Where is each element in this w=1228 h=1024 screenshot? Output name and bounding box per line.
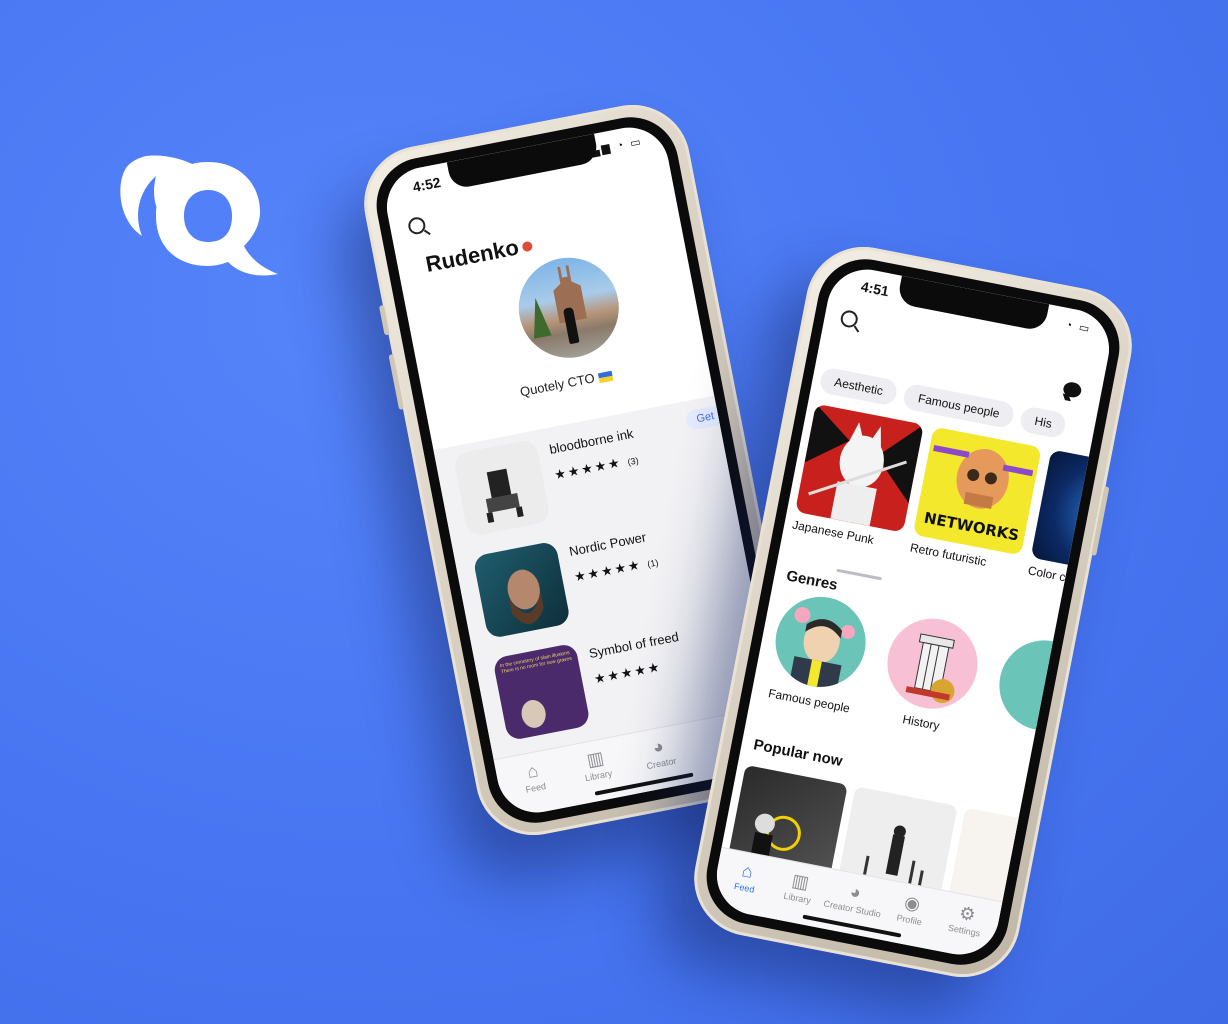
quotely-logo bbox=[120, 155, 278, 276]
item-thumbnail bbox=[472, 540, 571, 640]
palette-icon: ◕ bbox=[650, 735, 666, 758]
profile-name: Rudenko bbox=[424, 232, 535, 278]
book-icon: ▥ bbox=[790, 870, 811, 893]
collection-list: bloodborne ink ★★★★★ (3) Get Nordic Power… bbox=[433, 395, 775, 761]
tab-label: Feed bbox=[524, 780, 547, 795]
genre-famous-people[interactable]: Famous people bbox=[761, 589, 877, 717]
warrior-portrait bbox=[507, 569, 544, 624]
genre-history[interactable]: History bbox=[873, 610, 989, 738]
home-icon: ⌂ bbox=[525, 760, 540, 783]
verified-badge-icon bbox=[521, 240, 534, 253]
rating-count: (1) bbox=[646, 556, 660, 569]
genre-caption: Famous people bbox=[767, 686, 852, 716]
status-time: 4:52 bbox=[411, 174, 442, 196]
book-icon: ▥ bbox=[585, 747, 606, 771]
collection-card[interactable]: NETWORKS Retro futuristic bbox=[909, 426, 1042, 576]
item-title: Symbol of freed bbox=[587, 628, 680, 662]
stars-text: ★★★★★ bbox=[572, 556, 643, 585]
q-letter-icon bbox=[156, 162, 278, 276]
chip-aesthetic[interactable]: Aesthetic bbox=[818, 366, 900, 407]
portrait-illustration bbox=[521, 699, 546, 728]
genre-circle bbox=[879, 610, 986, 717]
chat-icon[interactable] bbox=[1062, 380, 1083, 399]
status-time: 4:51 bbox=[859, 278, 891, 300]
item-title: bloodborne ink bbox=[548, 425, 635, 457]
collection-card[interactable]: Japanese Punk bbox=[791, 403, 924, 553]
tab-settings[interactable]: ⚙ Settings bbox=[934, 898, 999, 941]
item-thumbnail bbox=[452, 438, 552, 538]
retro-futuristic-art: NETWORKS bbox=[912, 426, 1042, 556]
scroll-indicator bbox=[836, 568, 883, 581]
stars-text: ★★★★★ bbox=[553, 454, 623, 483]
status-icons: ◔ ▭ bbox=[1064, 318, 1093, 336]
avatar-tree bbox=[526, 296, 551, 339]
tab-label: Feed bbox=[733, 881, 756, 895]
kitsune-illustration bbox=[804, 403, 924, 527]
gear-icon: ⚙ bbox=[957, 902, 978, 926]
famous-person-illustration bbox=[789, 606, 855, 691]
item-title: Nordic Power bbox=[567, 529, 648, 559]
search-icon[interactable] bbox=[406, 215, 427, 236]
tab-library[interactable]: ▥ Library bbox=[564, 743, 629, 786]
stars-text: ★★★★★ bbox=[592, 658, 663, 687]
profile-name-text: Rudenko bbox=[423, 234, 521, 277]
rating-stars: ★★★★★ (3) bbox=[553, 451, 640, 483]
tab-feed[interactable]: ⌂ Feed bbox=[501, 756, 566, 799]
search-icon[interactable] bbox=[839, 308, 860, 329]
throne-illustration bbox=[485, 468, 524, 524]
chip-history[interactable]: His bbox=[1018, 405, 1069, 440]
rating-stars: ★★★★★ bbox=[593, 659, 663, 688]
column-illustration bbox=[905, 633, 955, 704]
profile-icon: ◉ bbox=[902, 891, 923, 915]
item-thumbnail: In the cemetery of slain illusions There… bbox=[492, 642, 591, 742]
chip-famous-people[interactable]: Famous people bbox=[902, 382, 1016, 430]
rating-count: (3) bbox=[626, 454, 640, 467]
profile-role-text: Quotely CTO bbox=[518, 370, 596, 400]
rating-stars: ★★★★★ (1) bbox=[573, 553, 660, 585]
ukraine-flag-icon bbox=[597, 370, 614, 383]
avatar[interactable] bbox=[510, 249, 628, 367]
tab-creator[interactable]: ◕ Creator bbox=[627, 731, 692, 774]
genre-circle bbox=[767, 589, 874, 695]
popular-title: Popular now bbox=[752, 736, 844, 771]
japanese-punk-art bbox=[794, 403, 924, 533]
genre-caption: History bbox=[901, 712, 941, 734]
tab-creator-studio[interactable]: ◕ Creator Studio bbox=[822, 877, 887, 920]
